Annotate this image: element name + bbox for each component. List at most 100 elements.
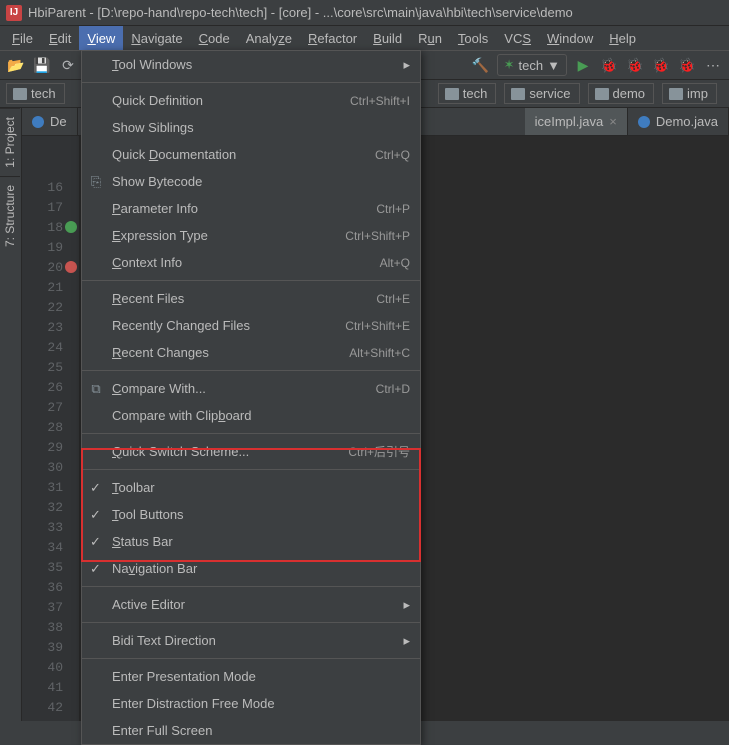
menu-help[interactable]: Help <box>601 26 644 50</box>
debug-icon[interactable]: 🐞 <box>599 55 619 75</box>
menu-item[interactable]: Bidi Text Direction▸ <box>82 627 420 654</box>
stop-icon[interactable]: 🐞 <box>677 55 697 75</box>
menu-item-label: Quick Documentation <box>112 147 375 162</box>
check-icon: ✓ <box>90 507 101 523</box>
submenu-arrow-icon: ▸ <box>403 57 410 73</box>
tool-window-bar: 1: Project 7: Structure <box>0 108 22 721</box>
menu-item[interactable]: Quick Switch Scheme...Ctrl+后引号 <box>82 438 420 465</box>
breadcrumb[interactable]: tech <box>6 83 65 104</box>
menu-item[interactable]: Compare with Clipboard <box>82 402 420 429</box>
menu-item-icon: ⎘ <box>88 174 104 190</box>
hammer-icon[interactable]: 🔨 <box>471 55 491 75</box>
menu-item[interactable]: Expression TypeCtrl+Shift+P <box>82 222 420 249</box>
java-icon <box>32 116 44 128</box>
menu-shortcut: Ctrl+后引号 <box>348 443 410 460</box>
editor-tab[interactable]: iceImpl.java× <box>525 108 628 135</box>
menu-item-label: Tool Windows <box>112 57 403 72</box>
app-icon: IJ <box>6 5 22 21</box>
menu-separator <box>82 622 420 623</box>
menu-file[interactable]: File <box>4 26 41 50</box>
menu-item-label: Recent Files <box>112 291 376 306</box>
menu-item-label: Recent Changes <box>112 345 349 360</box>
gutter: 16 17 18 19 20 21 22 23 24 25 26 27 28 2… <box>22 136 80 721</box>
menu-item[interactable]: Active Editor▸ <box>82 591 420 618</box>
more-icon[interactable]: ⋯ <box>703 55 723 75</box>
menu-item[interactable]: Enter Full Screen <box>82 717 420 744</box>
menu-window[interactable]: Window <box>539 26 601 50</box>
folder-icon <box>13 88 27 100</box>
menu-item-label: Context Info <box>112 255 380 270</box>
menu-analyze[interactable]: Analyze <box>238 26 300 50</box>
menubar: File Edit View Navigate Code Analyze Ref… <box>0 26 729 50</box>
project-tool-button[interactable]: 1: Project <box>0 108 20 176</box>
menu-edit[interactable]: Edit <box>41 26 79 50</box>
check-icon: ✓ <box>90 561 101 577</box>
menu-shortcut: Ctrl+Shift+P <box>345 229 410 243</box>
breadcrumb[interactable]: imp <box>662 83 717 104</box>
editor-tab[interactable]: De <box>22 108 78 135</box>
folder-icon <box>595 88 609 100</box>
menu-navigate[interactable]: Navigate <box>123 26 190 50</box>
menu-shortcut: Ctrl+Shift+E <box>345 319 410 333</box>
menu-item[interactable]: ✓ Navigation Bar <box>82 555 420 582</box>
menu-build[interactable]: Build <box>365 26 410 50</box>
menu-item-label: Parameter Info <box>112 201 376 216</box>
titlebar: IJ HbiParent - [D:\repo-hand\repo-tech\t… <box>0 0 729 26</box>
run-config-selector[interactable]: ✶ tech ▼ <box>497 54 567 76</box>
menu-item-label: Quick Definition <box>112 93 350 108</box>
menu-code[interactable]: Code <box>191 26 238 50</box>
menu-item-label: Active Editor <box>112 597 403 612</box>
menu-vcs[interactable]: VCS <box>496 26 539 50</box>
menu-item-label: Enter Distraction Free Mode <box>112 696 410 711</box>
menu-item[interactable]: Enter Presentation Mode <box>82 663 420 690</box>
override-marker-icon[interactable] <box>65 221 77 233</box>
breakpoint-icon[interactable] <box>65 261 77 273</box>
close-icon[interactable]: × <box>609 114 617 129</box>
menu-item[interactable]: Recent FilesCtrl+E <box>82 285 420 312</box>
menu-refactor[interactable]: Refactor <box>300 26 365 50</box>
editor-tab[interactable]: Demo.java <box>628 108 729 135</box>
breadcrumb[interactable]: demo <box>588 83 655 104</box>
menu-item-label: Show Siblings <box>112 120 410 135</box>
menu-item[interactable]: ✓Tool Buttons <box>82 501 420 528</box>
menu-item[interactable]: Quick DocumentationCtrl+Q <box>82 141 420 168</box>
open-icon[interactable]: 📂 <box>6 55 26 75</box>
menu-tools[interactable]: Tools <box>450 26 496 50</box>
menu-item[interactable]: Enter Distraction Free Mode <box>82 690 420 717</box>
breadcrumb[interactable]: service <box>504 83 579 104</box>
profile-icon[interactable]: 🐞 <box>651 55 671 75</box>
menu-view[interactable]: View <box>79 26 123 50</box>
menu-item[interactable]: Parameter InfoCtrl+P <box>82 195 420 222</box>
menu-item[interactable]: Context InfoAlt+Q <box>82 249 420 276</box>
menu-item[interactable]: ⧉Compare With...Ctrl+D <box>82 375 420 402</box>
menu-item-label: Navigation Bar <box>112 561 410 576</box>
menu-item[interactable]: ✓ Status Bar <box>82 528 420 555</box>
run-icon[interactable]: ▶ <box>573 55 593 75</box>
coverage-icon[interactable]: 🐞 <box>625 55 645 75</box>
breadcrumb[interactable]: tech <box>438 83 497 104</box>
submenu-arrow-icon: ▸ <box>403 597 410 613</box>
sync-icon[interactable]: ⟳ <box>58 55 78 75</box>
menu-separator <box>82 370 420 371</box>
menu-item[interactable]: Recently Changed FilesCtrl+Shift+E <box>82 312 420 339</box>
menu-item[interactable]: Recent ChangesAlt+Shift+C <box>82 339 420 366</box>
menu-item[interactable]: Tool Windows▸ <box>82 51 420 78</box>
menu-item[interactable]: ⎘ Show Bytecode <box>82 168 420 195</box>
menu-separator <box>82 469 420 470</box>
menu-shortcut: Ctrl+P <box>376 202 410 216</box>
save-icon[interactable]: 💾 <box>32 55 52 75</box>
folder-icon <box>511 88 525 100</box>
menu-item[interactable]: Show Siblings <box>82 114 420 141</box>
menu-item-label: Toolbar <box>112 480 410 495</box>
structure-tool-button[interactable]: 7: Structure <box>0 176 20 255</box>
menu-item-label: Enter Full Screen <box>112 723 410 738</box>
folder-icon <box>669 88 683 100</box>
menu-item-label: Status Bar <box>112 534 410 549</box>
menu-item-label: Show Bytecode <box>112 174 410 189</box>
run-config-label: tech <box>519 58 544 73</box>
menu-item[interactable]: Quick DefinitionCtrl+Shift+I <box>82 87 420 114</box>
menu-run[interactable]: Run <box>410 26 450 50</box>
check-icon: ✓ <box>90 534 101 550</box>
menu-item[interactable]: ✓Toolbar <box>82 474 420 501</box>
menu-separator <box>82 280 420 281</box>
